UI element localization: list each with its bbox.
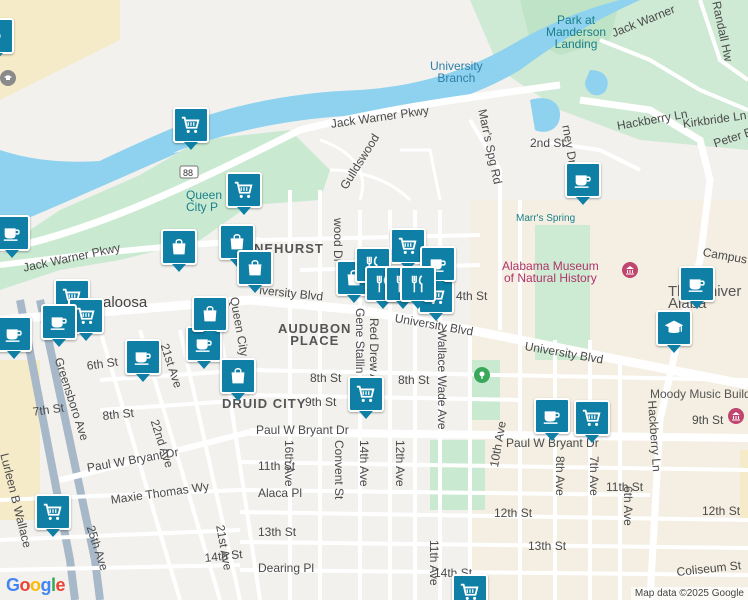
twelfth-st-e-label: 12th St [702, 504, 741, 518]
ninth-st-e-label: 9th St [692, 413, 724, 427]
shopping-cart-icon [181, 116, 200, 133]
eighth-st-c-label: 8th St [310, 371, 342, 385]
wallace-wade-ave-label: Wallace Wade Ave [435, 330, 449, 430]
dearing-pl-label: Dearing Pl [258, 561, 315, 575]
eighth-st-e-label: 8th St [398, 373, 430, 387]
shopping-bag-icon [172, 239, 186, 255]
shopping-cart-icon [582, 409, 601, 426]
eleventh-st-e-label: 11th St [606, 480, 644, 494]
seventh-ave-label: 7th Ave [587, 456, 601, 496]
park-manderson-landing-label: Park at Manderson Landing [546, 13, 607, 51]
coffee-pin[interactable] [679, 266, 715, 309]
gene-stallings-label: Gene Stallin [353, 308, 367, 374]
shopping-bag-pin[interactable] [220, 358, 256, 401]
coffee-cup-icon [688, 279, 705, 292]
school-marker-icon[interactable] [0, 70, 16, 86]
map-marker-icon [0, 33, 1, 39]
coffee-pin[interactable] [0, 215, 30, 258]
map-canvas[interactable]: Park at Manderson Landing Jack Warner Ra… [0, 0, 748, 600]
coffee-cup-icon [50, 317, 67, 330]
alaca-pl-label: Alaca Pl [258, 486, 303, 500]
thirteenth-st-label: 13th St [258, 525, 297, 539]
fourteenth-st-label: 14th St [203, 547, 244, 565]
eighth-ave-label: 8th Ave [553, 456, 567, 496]
coffee-pin[interactable] [125, 339, 161, 382]
shopping-cart-pin[interactable] [35, 494, 71, 537]
restaurant-pin[interactable] [400, 266, 436, 309]
coffee-cup-icon [574, 175, 591, 188]
park-marker-icon[interactable] [474, 367, 490, 383]
university-branch-label: University Branch [430, 59, 483, 85]
map-attribution[interactable]: Map data ©2025 Google [630, 587, 748, 600]
moody-music-label: Moody Music Buildin [650, 387, 748, 401]
coffee-pin[interactable] [534, 398, 570, 441]
coffee-cup-icon [543, 411, 560, 424]
wood-dr-label: wood Dr [331, 218, 345, 263]
shopping-bag-pin[interactable] [192, 296, 228, 339]
restaurant-icon [411, 275, 423, 293]
convent-st-label: Convent St [332, 440, 346, 500]
shopping-cart-icon [76, 307, 95, 324]
coffee-pin[interactable] [565, 162, 601, 205]
shopping-bag-icon [231, 368, 245, 384]
shopping-bag-pin[interactable] [237, 250, 273, 293]
shopping-bag-icon [203, 306, 217, 322]
twelfth-ave-label: 12th Ave [393, 440, 407, 487]
shopping-cart-pin[interactable] [574, 400, 610, 443]
shopping-cart-icon [234, 181, 253, 198]
shopping-bag-pin[interactable] [161, 229, 197, 272]
eighth-st-w-label: 8th St [101, 405, 135, 423]
graduation-cap-icon [664, 320, 684, 334]
shopping-cart-icon [43, 503, 62, 520]
audubon-place-label: AUDUBON PLACE [278, 321, 352, 348]
twelfth-st-label: 12th St [494, 506, 533, 520]
marrs-spring-label: Marr's Spring [516, 213, 576, 224]
fourth-st-label: 4th St [456, 289, 488, 303]
shopping-bag-icon [248, 260, 262, 276]
coffee-cup-icon [5, 329, 22, 342]
shopping-cart-pin[interactable] [348, 376, 384, 419]
fourteenth-ave-label: 14th Ave [357, 440, 371, 487]
queen-city-park-label: Queen City P [186, 188, 223, 214]
museum-icon[interactable] [622, 262, 638, 278]
second-st-label: 2nd St [530, 136, 565, 150]
ninth-st-label: 9th St [305, 395, 337, 409]
paul-bryant-dr-c-label: Paul W Bryant Dr [256, 423, 349, 437]
school-pin[interactable] [656, 310, 692, 353]
coffee-pin[interactable] [41, 304, 77, 347]
shopping-cart-icon [398, 237, 417, 254]
shopping-cart-icon [356, 385, 375, 402]
shopping-cart-pin[interactable] [226, 172, 262, 215]
highway-88-shield: 88 [183, 168, 194, 178]
shopping-cart-icon [460, 583, 479, 600]
shopping-cart-pin[interactable] [452, 574, 488, 600]
coffee-pin[interactable] [0, 316, 32, 359]
shopping-cart-pin[interactable] [173, 107, 209, 150]
coffee-cup-icon [3, 228, 20, 241]
google-logo[interactable]: Google [6, 575, 66, 596]
alabama-museum-label: Alabama Museum of Natural History [502, 259, 599, 285]
eleventh-st-c-label: 11th St [258, 459, 296, 473]
coffee-cup-icon [134, 352, 151, 365]
edge-pin-top-left[interactable] [0, 18, 14, 61]
music-building-icon[interactable] [728, 408, 744, 424]
thirteenth-st-e-label: 13th St [528, 539, 567, 553]
